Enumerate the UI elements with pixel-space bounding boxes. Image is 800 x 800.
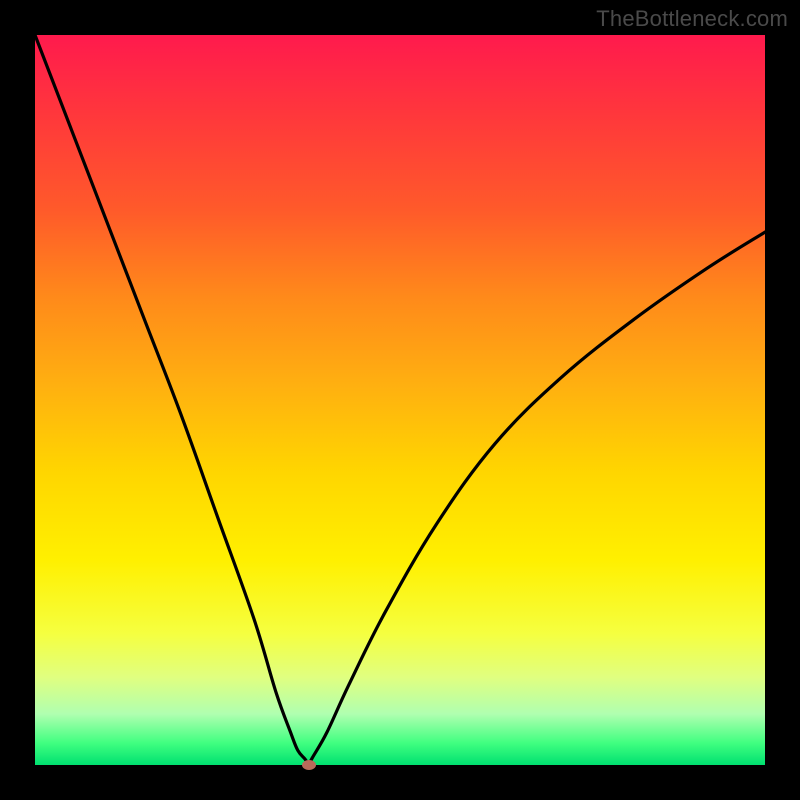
bottleneck-curve-right xyxy=(309,232,765,765)
optimum-marker xyxy=(302,760,316,770)
plot-area xyxy=(35,35,765,765)
curve-svg xyxy=(35,35,765,765)
bottleneck-curve-left xyxy=(35,35,309,765)
watermark-text: TheBottleneck.com xyxy=(596,6,788,32)
chart-container: TheBottleneck.com xyxy=(0,0,800,800)
